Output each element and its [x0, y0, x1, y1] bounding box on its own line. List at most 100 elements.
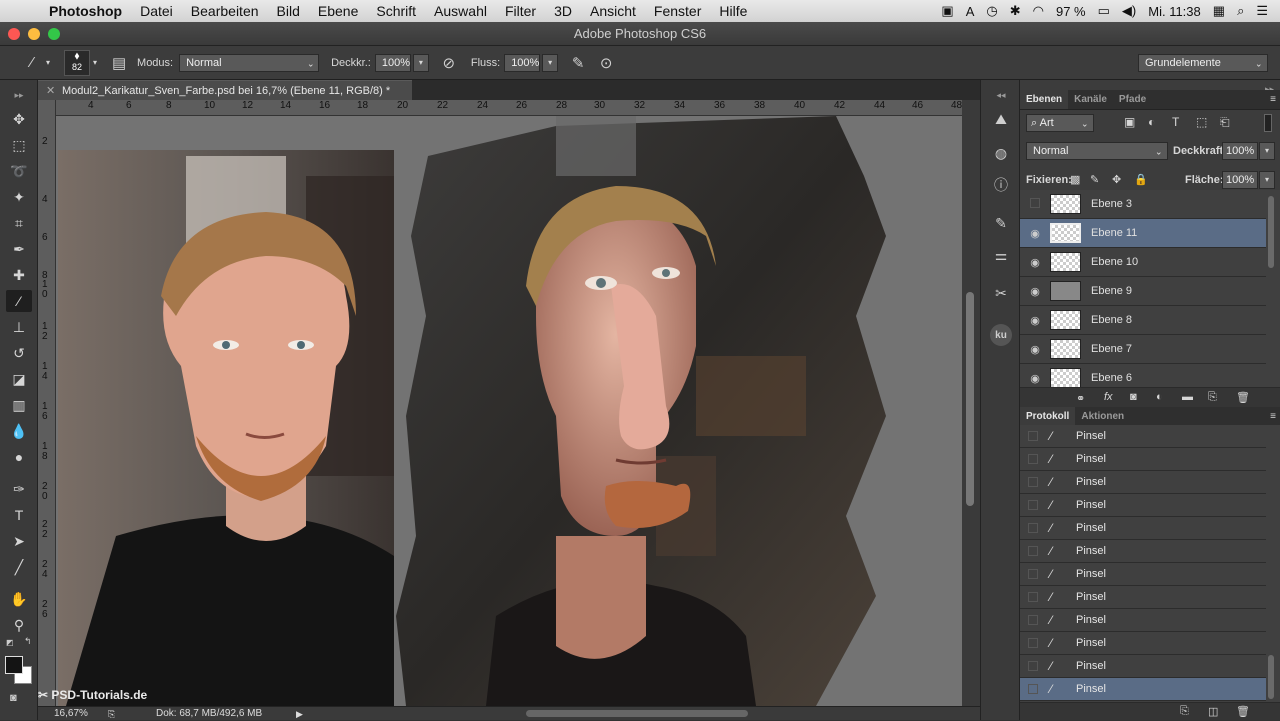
filter-adjustment-icon[interactable]: ◐ [1148, 115, 1155, 129]
add-mask-icon[interactable]: ◙ [1130, 391, 1137, 403]
brush-panel-toggle-icon[interactable]: ▤ [107, 51, 131, 75]
history-step[interactable]: ⁄ Pinsel [1020, 586, 1266, 609]
healing-brush-tool-icon[interactable]: ✚ [6, 264, 32, 286]
history-step[interactable]: ⁄ Pinsel [1020, 494, 1266, 517]
history-step[interactable]: ⁄ Pinsel [1020, 448, 1266, 471]
tab-ebenen[interactable]: Ebenen [1020, 90, 1069, 109]
filter-shape-icon[interactable]: ⬚ [1196, 115, 1207, 129]
menu-ebene[interactable]: Ebene [309, 3, 367, 19]
history-source-checkbox[interactable] [1028, 431, 1038, 441]
layer-opacity-dropdown-icon[interactable]: ▾ [1259, 142, 1275, 160]
swap-colors-icon[interactable]: ↰ [24, 636, 32, 647]
history-step[interactable]: ⁄ Pinsel [1020, 609, 1266, 632]
history-source-checkbox[interactable] [1028, 661, 1038, 671]
delete-state-icon[interactable]: 🗑 [1236, 705, 1250, 718]
crop-tool-icon[interactable]: ⌗ [6, 212, 32, 234]
menu-auswahl[interactable]: Auswahl [425, 3, 496, 19]
visibility-toggle-empty[interactable] [1020, 197, 1050, 211]
status-share-icon[interactable]: ⎘ [108, 707, 115, 721]
eye-icon[interactable]: ◉ [1020, 285, 1050, 298]
menubar-clock[interactable]: Mi. 11:38 [1148, 4, 1201, 19]
tablet-pressure-opacity-icon[interactable]: ⊘ [437, 51, 461, 75]
tool-presets-icon[interactable]: ✂ [989, 282, 1013, 304]
hand-tool-icon[interactable]: ✋ [6, 588, 32, 610]
history-source-checkbox[interactable] [1028, 454, 1038, 464]
minimize-window-button[interactable] [28, 28, 40, 40]
menu-hilfe[interactable]: Hilfe [710, 3, 756, 19]
history-step[interactable]: ⁄ Pinsel [1020, 471, 1266, 494]
volume-icon[interactable]: ◀) [1122, 3, 1136, 19]
adjustments-icon[interactable]: ⚌ [989, 244, 1013, 266]
history-source-checkbox[interactable] [1028, 638, 1038, 648]
history-step[interactable]: ⁄ Pinsel [1020, 563, 1266, 586]
lock-transparent-icon[interactable]: ▩ [1070, 173, 1080, 186]
preset-dropdown-icon[interactable]: ▾ [46, 58, 50, 67]
wifi-icon[interactable]: ◠ [1033, 3, 1044, 19]
line-tool-icon[interactable]: ╱ [6, 556, 32, 578]
close-document-icon[interactable]: ✕ [46, 81, 55, 101]
eye-icon[interactable]: ◉ [1020, 372, 1050, 385]
filter-toggle-switch[interactable] [1264, 114, 1272, 132]
info-panel-icon[interactable]: ⓘ [989, 174, 1013, 196]
menu-bild[interactable]: Bild [268, 3, 309, 19]
document-canvas[interactable] [56, 116, 962, 706]
eye-icon[interactable]: ◉ [1020, 227, 1050, 240]
document-tab[interactable]: ✕ Modul2_Karikatur_Sven_Farbe.psd bei 16… [38, 80, 412, 100]
filter-pixel-icon[interactable]: ▣ [1124, 115, 1135, 129]
color-panel-icon[interactable]: ◍ [989, 142, 1013, 164]
calendar-icon[interactable]: ▦ [1213, 3, 1225, 19]
zoom-window-button[interactable] [48, 28, 60, 40]
layer-style-fx-icon[interactable]: fx [1104, 391, 1113, 403]
layers-panel-menu-icon[interactable]: ≡ [1270, 90, 1276, 110]
history-source-checkbox[interactable] [1028, 477, 1038, 487]
history-step[interactable]: ⁄ Pinsel [1020, 540, 1266, 563]
layer-row[interactable]: ◉ Ebene 10 [1020, 248, 1266, 277]
pen-tool-icon[interactable]: ✑ [6, 478, 32, 500]
blur-tool-icon[interactable]: 💧 [6, 420, 32, 442]
eye-icon[interactable]: ◉ [1020, 343, 1050, 356]
horizontal-scrollbar-thumb[interactable] [526, 710, 748, 717]
layer-row[interactable]: ◉ Ebene 8 [1020, 306, 1266, 335]
path-selection-tool-icon[interactable]: ➤ [6, 530, 32, 552]
scrollbar-thumb[interactable] [966, 292, 974, 506]
eraser-tool-icon[interactable]: ◪ [6, 368, 32, 390]
type-tool-icon[interactable]: T [6, 504, 32, 526]
tablet-pressure-size-icon[interactable]: ⊙ [594, 51, 618, 75]
tab-kanaele[interactable]: Kanäle [1068, 90, 1113, 109]
gradient-tool-icon[interactable]: ▥ [6, 394, 32, 416]
bluetooth-icon[interactable]: ✱ [1010, 3, 1021, 19]
new-snapshot-icon[interactable]: ◫ [1208, 705, 1218, 718]
new-group-icon[interactable]: ▬ [1182, 391, 1193, 403]
opacity-slider-dropdown-icon[interactable]: ▾ [412, 53, 429, 72]
collapse-toolbar-icon[interactable]: ▸▸ [6, 84, 32, 106]
history-source-checkbox[interactable] [1028, 546, 1038, 556]
fill-dropdown-icon[interactable]: ▾ [1259, 171, 1275, 189]
eyedropper-tool-icon[interactable]: ✒ [6, 238, 32, 260]
eye-icon[interactable]: ◉ [1020, 256, 1050, 269]
layer-row-selected[interactable]: ◉ Ebene 11 [1020, 219, 1266, 248]
blend-mode-select[interactable]: Normal [1026, 142, 1168, 160]
spotlight-search-icon[interactable]: ⌕ [1237, 3, 1244, 19]
history-brush-tool-icon[interactable]: ↺ [6, 342, 32, 364]
history-step[interactable]: ⁄ Pinsel [1020, 632, 1266, 655]
flow-input[interactable]: 100% [504, 53, 541, 72]
eye-icon[interactable]: ◉ [1020, 314, 1050, 327]
history-step-current[interactable]: ⁄ Pinsel [1020, 678, 1266, 701]
history-step[interactable]: ⁄ Pinsel [1020, 655, 1266, 678]
history-source-checkbox[interactable] [1028, 615, 1038, 625]
layers-scrollbar-thumb[interactable] [1268, 196, 1274, 268]
history-source-checkbox[interactable] [1028, 684, 1038, 694]
history-source-checkbox[interactable] [1028, 569, 1038, 579]
layer-row[interactable]: ◉ Ebene 9 [1020, 277, 1266, 306]
vertical-scrollbar[interactable] [962, 100, 980, 706]
lock-image-icon[interactable]: ✎ [1090, 173, 1099, 186]
history-source-checkbox[interactable] [1028, 523, 1038, 533]
quick-selection-tool-icon[interactable]: ✦ [6, 186, 32, 208]
history-step[interactable]: ⁄ Pinsel [1020, 425, 1266, 448]
clone-stamp-tool-icon[interactable]: ⊥ [6, 316, 32, 338]
collapse-dock-icon[interactable]: ◂◂ [989, 84, 1013, 106]
menu-bearbeiten[interactable]: Bearbeiten [182, 3, 268, 19]
workspace-select[interactable]: Grundelemente [1138, 53, 1268, 72]
notification-center-icon[interactable]: ☰ [1256, 3, 1268, 19]
new-document-from-state-icon[interactable]: ⎘ [1180, 705, 1189, 718]
